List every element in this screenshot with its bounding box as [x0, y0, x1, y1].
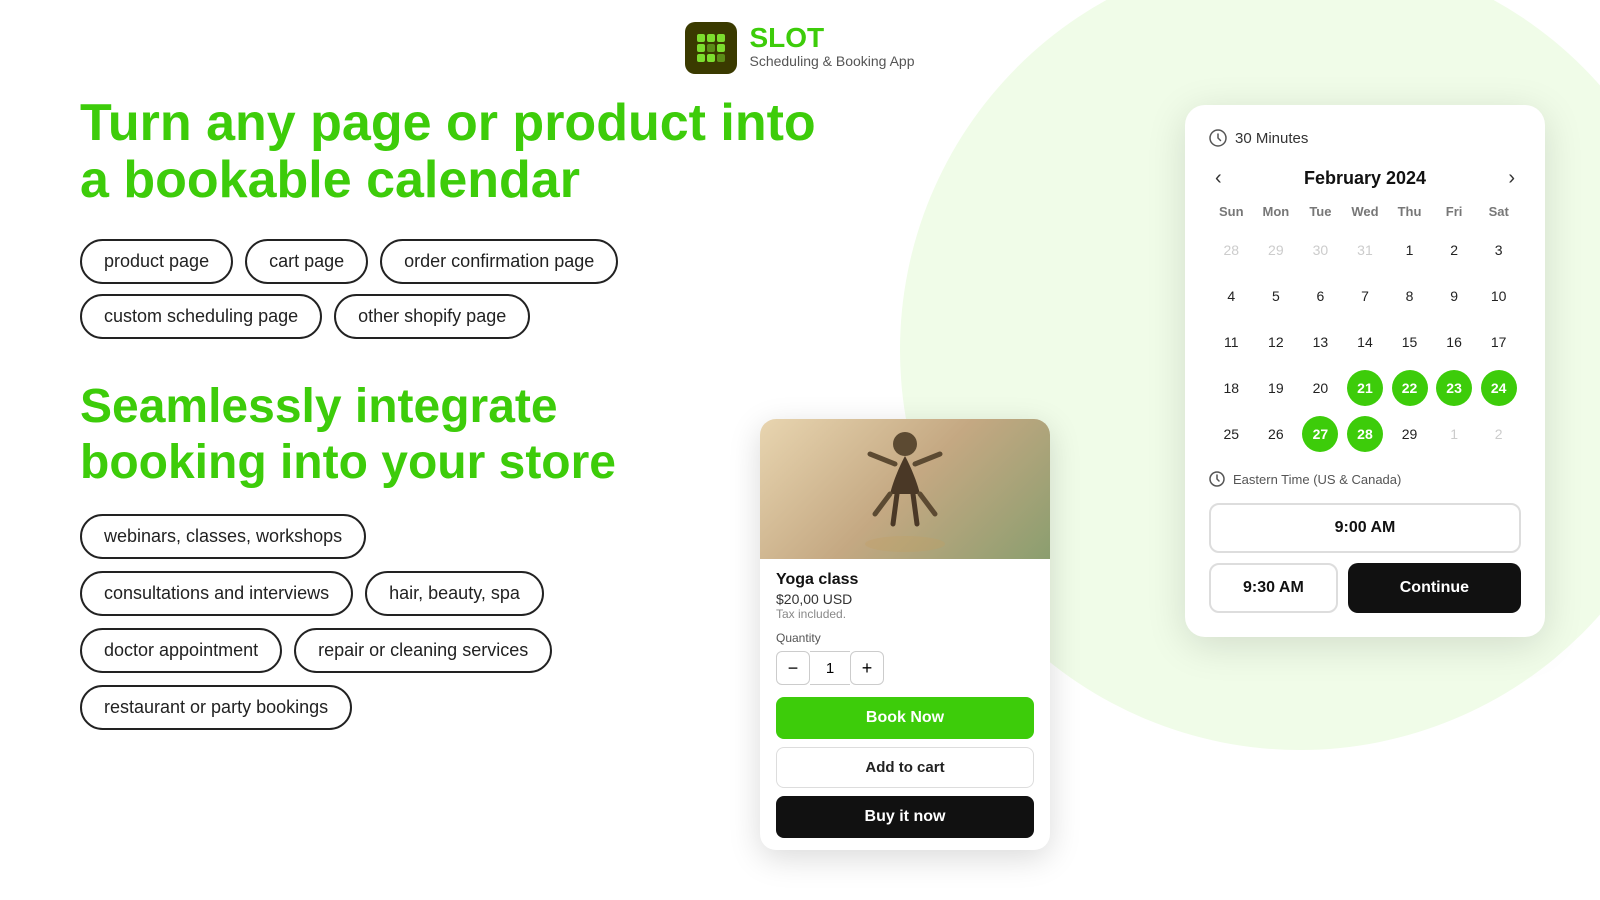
calendar-day-cell[interactable]: 13	[1298, 319, 1343, 365]
calendar-day-cell[interactable]: 27	[1298, 411, 1343, 457]
tag-other-shopify: other shopify page	[334, 294, 530, 339]
calendar-day-cell[interactable]: 28	[1343, 411, 1388, 457]
tag-restaurant: restaurant or party bookings	[80, 685, 352, 730]
time-slot-row: 9:30 AM Continue	[1209, 563, 1521, 613]
calendar-day-cell[interactable]: 21	[1343, 365, 1388, 411]
calendar-day-cell[interactable]: 15	[1387, 319, 1432, 365]
calendar-duration: 30 Minutes	[1209, 129, 1521, 147]
header: SLOT Scheduling & Booking App	[0, 0, 1600, 96]
selected-time-slot[interactable]: 9:00 AM	[1209, 503, 1521, 553]
product-title: Yoga class	[776, 571, 1034, 589]
tag-custom-scheduling: custom scheduling page	[80, 294, 322, 339]
calendar-day-cell: 29	[1254, 227, 1299, 273]
tag-doctor: doctor appointment	[80, 628, 282, 673]
add-to-cart-button[interactable]: Add to cart	[776, 747, 1034, 788]
calendar-day-cell: 1	[1432, 411, 1477, 457]
continue-button[interactable]: Continue	[1348, 563, 1521, 613]
calendar-day-header: Thu	[1387, 204, 1432, 227]
use-case-tags-row3: doctor appointment repair or cleaning se…	[80, 628, 830, 673]
calendar-day-cell[interactable]: 7	[1343, 273, 1388, 319]
calendar-day-cell[interactable]: 1	[1387, 227, 1432, 273]
calendar-month: February 2024	[1304, 168, 1426, 189]
calendar-day-cell[interactable]: 16	[1432, 319, 1477, 365]
product-tax: Tax included.	[776, 607, 1034, 621]
calendar-day-cell[interactable]: 29	[1387, 411, 1432, 457]
calendar-day-cell[interactable]: 14	[1343, 319, 1388, 365]
logo-container: SLOT Scheduling & Booking App	[685, 22, 914, 74]
calendar-day-header: Wed	[1343, 204, 1388, 227]
calendar-day-header: Sat	[1476, 204, 1521, 227]
calendar-day-cell[interactable]: 23	[1432, 365, 1477, 411]
main-headline: Turn any page or product into a bookable…	[80, 95, 830, 209]
calendar-day-header: Sun	[1209, 204, 1254, 227]
logo-text-group: SLOT Scheduling & Booking App	[749, 24, 914, 72]
time-slots: 9:00 AM 9:30 AM Continue	[1209, 503, 1521, 613]
product-info: Yoga class $20,00 USD Tax included. Quan…	[760, 559, 1050, 850]
tag-consultations: consultations and interviews	[80, 571, 353, 616]
left-content: Turn any page or product into a bookable…	[80, 95, 830, 742]
calendar-day-cell[interactable]: 17	[1476, 319, 1521, 365]
product-price: $20,00 USD	[776, 591, 1034, 607]
buy-it-now-button[interactable]: Buy it now	[776, 796, 1034, 838]
calendar-day-header: Mon	[1254, 204, 1299, 227]
timezone-clock-icon	[1209, 471, 1225, 487]
product-image	[760, 419, 1050, 559]
page-type-tags-row1: product page cart page order confirmatio…	[80, 239, 830, 284]
calendar-day-cell[interactable]: 19	[1254, 365, 1299, 411]
calendar-day-cell[interactable]: 25	[1209, 411, 1254, 457]
calendar-day-cell[interactable]: 11	[1209, 319, 1254, 365]
calendar-widget: 30 Minutes ‹ February 2024 › SunMonTueWe…	[1185, 105, 1545, 637]
page-type-tags-row2: custom scheduling page other shopify pag…	[80, 294, 830, 339]
use-case-tags-row1: webinars, classes, workshops	[80, 514, 830, 559]
tag-cart-page: cart page	[245, 239, 368, 284]
calendar-grid: SunMonTueWedThuFriSat 282930311234567891…	[1209, 204, 1521, 457]
calendar-day-cell[interactable]: 26	[1254, 411, 1299, 457]
calendar-day-cell[interactable]: 2	[1432, 227, 1477, 273]
calendar-day-cell[interactable]: 24	[1476, 365, 1521, 411]
app-subtitle: Scheduling & Booking App	[749, 52, 914, 72]
use-case-tags-row4: restaurant or party bookings	[80, 685, 830, 730]
alternate-time-slot-button[interactable]: 9:30 AM	[1209, 563, 1338, 613]
duration-label: 30 Minutes	[1235, 130, 1308, 147]
calendar-day-cell[interactable]: 22	[1387, 365, 1432, 411]
quantity-label: Quantity	[776, 631, 1034, 645]
use-case-tags-row2: consultations and interviews hair, beaut…	[80, 571, 830, 616]
calendar-day-cell[interactable]: 4	[1209, 273, 1254, 319]
tag-product-page: product page	[80, 239, 233, 284]
timezone-label: Eastern Time (US & Canada)	[1233, 472, 1401, 487]
calendar-day-header: Tue	[1298, 204, 1343, 227]
tag-webinars: webinars, classes, workshops	[80, 514, 366, 559]
book-now-button[interactable]: Book Now	[776, 697, 1034, 739]
calendar-day-cell: 28	[1209, 227, 1254, 273]
calendar-day-cell[interactable]: 3	[1476, 227, 1521, 273]
calendar-day-cell[interactable]: 10	[1476, 273, 1521, 319]
calendar-day-cell[interactable]: 20	[1298, 365, 1343, 411]
quantity-decrease-button[interactable]: −	[776, 651, 810, 685]
quantity-row: − 1 +	[776, 651, 1034, 685]
tag-hair-beauty: hair, beauty, spa	[365, 571, 544, 616]
calendar-day-cell[interactable]: 8	[1387, 273, 1432, 319]
timezone-row: Eastern Time (US & Canada)	[1209, 471, 1521, 487]
logo-icon	[685, 22, 737, 74]
calendar-day-cell[interactable]: 18	[1209, 365, 1254, 411]
quantity-value: 1	[810, 651, 850, 685]
calendar-day-cell[interactable]: 5	[1254, 273, 1299, 319]
calendar-day-cell: 31	[1343, 227, 1388, 273]
tag-repair: repair or cleaning services	[294, 628, 552, 673]
clock-icon	[1209, 129, 1227, 147]
quantity-increase-button[interactable]: +	[850, 651, 884, 685]
calendar-day-cell[interactable]: 12	[1254, 319, 1299, 365]
tag-order-confirmation: order confirmation page	[380, 239, 618, 284]
calendar-day-cell[interactable]: 6	[1298, 273, 1343, 319]
next-month-button[interactable]: ›	[1502, 167, 1521, 190]
calendar-day-header: Fri	[1432, 204, 1477, 227]
prev-month-button[interactable]: ‹	[1209, 167, 1228, 190]
calendar-day-cell: 2	[1476, 411, 1521, 457]
product-card: Yoga class $20,00 USD Tax included. Quan…	[760, 419, 1050, 850]
calendar-day-cell[interactable]: 9	[1432, 273, 1477, 319]
app-name: SLOT	[749, 24, 914, 52]
calendar-header: ‹ February 2024 ›	[1209, 167, 1521, 190]
section2-title: Seamlessly integrate booking into your s…	[80, 379, 830, 489]
calendar-day-cell: 30	[1298, 227, 1343, 273]
